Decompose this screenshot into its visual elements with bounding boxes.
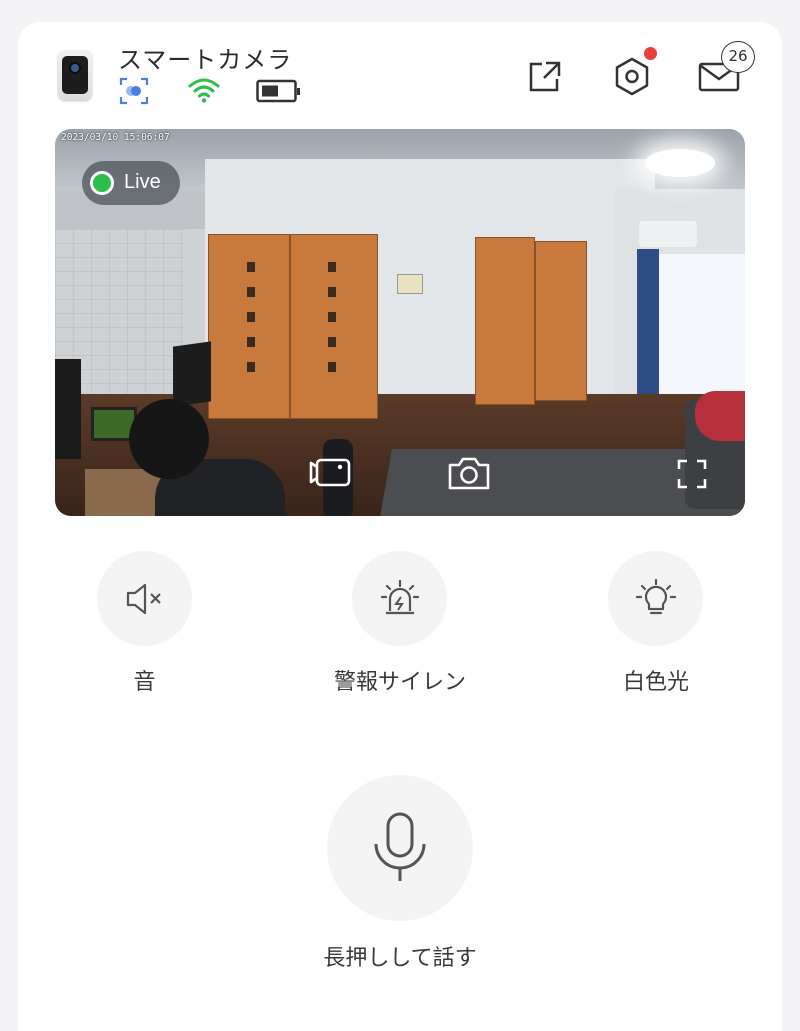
microphone-icon — [374, 812, 426, 881]
sound-label: 音 — [133, 670, 156, 695]
siren-label: 警報サイレン — [333, 670, 466, 695]
video-timestamp: 2023/03/10 15:06:07 — [61, 132, 170, 143]
mail-count-badge: 26 — [721, 41, 755, 73]
white-light-button[interactable] — [608, 551, 703, 646]
device-title: スマートカメラ — [118, 46, 293, 74]
siren-button[interactable] — [352, 551, 447, 646]
share-icon[interactable] — [527, 60, 563, 94]
fullscreen-icon[interactable] — [677, 459, 707, 489]
settings-alert-badge — [644, 47, 657, 60]
speaker-muted-icon — [126, 583, 161, 615]
sound-toggle-button[interactable] — [97, 551, 192, 646]
live-label: Live — [124, 171, 161, 193]
wifi-icon — [188, 78, 220, 103]
push-to-talk-button[interactable] — [327, 775, 473, 921]
light-bulb-icon — [635, 578, 677, 615]
settings-icon[interactable] — [612, 56, 652, 98]
camera-device-icon — [58, 50, 92, 100]
motion-detect-icon — [119, 77, 149, 105]
white-light-label: 白色光 — [622, 670, 689, 695]
snapshot-icon[interactable] — [447, 455, 491, 491]
push-to-talk-label: 長押しして話す — [323, 946, 477, 971]
live-dot-icon — [90, 171, 114, 195]
live-indicator: Live — [82, 161, 180, 205]
battery-icon — [256, 79, 300, 103]
live-video-feed[interactable]: 2023/03/10 15:06:07 Live — [55, 129, 745, 516]
record-icon[interactable] — [309, 455, 353, 489]
siren-icon — [380, 579, 420, 615]
